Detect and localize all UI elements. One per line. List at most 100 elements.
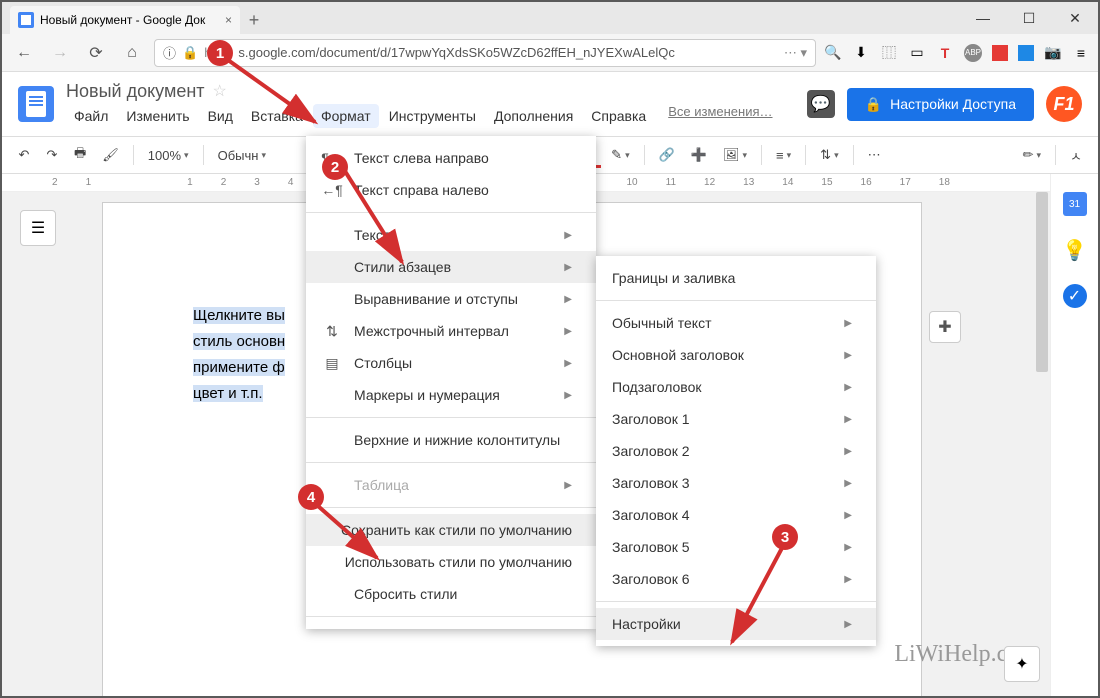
lock-icon: 🔒 (865, 96, 882, 113)
tasks-icon[interactable]: ✓ (1063, 284, 1087, 308)
menu-reset-styles[interactable]: Сбросить стили (306, 578, 596, 610)
submenu-h3[interactable]: Заголовок 3▶ (596, 467, 876, 499)
submenu-normal[interactable]: Обычный текст▶ (596, 307, 876, 339)
insert-image-button[interactable]: 🖼 (717, 142, 753, 168)
paragraph-styles-submenu: Границы и заливка Обычный текст▶ Основно… (596, 256, 876, 646)
browser-tab[interactable]: Новый документ - Google Док × (10, 6, 240, 34)
submenu-title[interactable]: Основной заголовок▶ (596, 339, 876, 371)
outline-button[interactable]: ☰ (20, 210, 56, 246)
forward-button[interactable]: → (46, 39, 74, 67)
submenu-settings[interactable]: Настройки▶ (596, 608, 876, 640)
library-icon[interactable]: ⿲ (880, 44, 898, 62)
submenu-h1[interactable]: Заголовок 1▶ (596, 403, 876, 435)
menu-file[interactable]: Файл (66, 104, 116, 128)
calendar-icon[interactable]: 31 (1063, 192, 1087, 216)
ext-blue-icon[interactable] (1018, 45, 1034, 61)
f1-avatar[interactable]: F1 (1046, 86, 1082, 122)
reload-button[interactable]: ⟳ (82, 39, 110, 67)
menu-align[interactable]: Выравнивание и отступы▶ (306, 283, 596, 315)
address-bar: ← → ⟳ ⌂ ⓘ 🔒 https s.google.com/document/… (2, 34, 1098, 72)
close-window-button[interactable]: ✕ (1052, 2, 1098, 34)
ext-t-icon[interactable]: T (936, 44, 954, 62)
docs-header: Новый документ ☆ Файл Изменить Вид Встав… (2, 72, 1098, 136)
back-button[interactable]: ← (10, 39, 38, 67)
menu-headers-footers[interactable]: Верхние и нижние колонтитулы (306, 424, 596, 456)
columns-icon: ▤ (322, 355, 342, 372)
chevron-right-icon: ▶ (564, 390, 572, 401)
menu-use-default-styles[interactable]: Использовать стили по умолчанию (306, 546, 596, 578)
chevron-right-icon: ▶ (844, 574, 852, 585)
url-input[interactable]: ⓘ 🔒 https s.google.com/document/d/17wpwY… (154, 39, 816, 67)
window-controls: — ☐ ✕ (960, 2, 1098, 34)
document-title[interactable]: Новый документ (66, 81, 205, 102)
zoom-select[interactable]: 100% (142, 142, 195, 168)
docs-logo[interactable] (18, 86, 54, 122)
submenu-borders[interactable]: Границы и заливка (596, 262, 876, 294)
submenu-h4[interactable]: Заголовок 4▶ (596, 499, 876, 531)
submenu-h5[interactable]: Заголовок 5▶ (596, 531, 876, 563)
annotation-badge-2: 2 (322, 154, 348, 180)
insert-comment-button[interactable]: ➕ (685, 142, 713, 168)
undo-button[interactable]: ↶ (12, 142, 36, 168)
annotation-badge-1: 1 (207, 40, 233, 66)
add-comment-button[interactable]: ✚ (929, 311, 961, 343)
scrollbar[interactable] (1034, 192, 1050, 680)
changes-link[interactable]: Все изменения… (668, 104, 772, 128)
menu-tools[interactable]: Инструменты (381, 104, 484, 128)
keep-icon[interactable]: 💡 (1063, 238, 1087, 262)
menu-format[interactable]: Формат (313, 104, 379, 128)
menu-line-spacing[interactable]: ⇅Межстрочный интервал▶ (306, 315, 596, 347)
new-tab-button[interactable]: + (240, 6, 268, 34)
menu-ltr[interactable]: ¶→Текст слева направо (306, 142, 596, 174)
menu-view[interactable]: Вид (200, 104, 241, 128)
ext-camera-icon[interactable]: 📷 (1044, 44, 1062, 62)
minimize-button[interactable]: — (960, 2, 1006, 34)
maximize-button[interactable]: ☐ (1006, 2, 1052, 34)
menu-insert[interactable]: Вставка (243, 104, 311, 128)
style-select[interactable]: Обычн (212, 142, 272, 168)
collapse-button[interactable]: ㅅ (1064, 142, 1088, 168)
align-button[interactable]: ≡ (770, 142, 797, 168)
home-button[interactable]: ⌂ (118, 39, 146, 67)
redo-button[interactable]: ↷ (40, 142, 64, 168)
menu-help[interactable]: Справка (583, 104, 654, 128)
annotation-badge-4: 4 (298, 484, 324, 510)
search-icon[interactable]: 🔍 (824, 44, 842, 62)
format-menu: ¶→Текст слева направо ←¶Текст справа нал… (306, 136, 596, 629)
download-icon[interactable]: ⬇ (852, 44, 870, 62)
print-button[interactable]: 🖶 (68, 142, 92, 168)
editing-mode-button[interactable]: ✏ (1017, 142, 1047, 168)
line-spacing-button[interactable]: ⇅ (814, 142, 844, 168)
extension-icons: 🔍 ⬇ ⿲ ▭ T ABP 📷 ≡ (824, 44, 1090, 62)
ext-red-icon[interactable] (992, 45, 1008, 61)
paint-format-button[interactable]: 🖌 (96, 142, 125, 168)
explore-button[interactable]: ✦ (1004, 646, 1040, 682)
chevron-right-icon: ▶ (844, 510, 852, 521)
insert-link-button[interactable]: 🔗 (653, 142, 681, 168)
menu-bullets[interactable]: Маркеры и нумерация▶ (306, 379, 596, 411)
dropdown-icon[interactable]: ⋯ ▾ (784, 45, 807, 61)
menu-save-default-styles[interactable]: Сохранить как стили по умолчанию (306, 514, 596, 546)
comments-button[interactable]: 💬 (807, 90, 835, 118)
share-button[interactable]: 🔒 Настройки Доступа (847, 88, 1034, 121)
ext-abp-icon[interactable]: ABP (964, 44, 982, 62)
share-label: Настройки Доступа (890, 96, 1016, 112)
menu-rtl[interactable]: ←¶Текст справа налево (306, 174, 596, 206)
chevron-right-icon: ▶ (844, 478, 852, 489)
more-button[interactable]: ⋯ (862, 142, 887, 168)
menu-edit[interactable]: Изменить (118, 104, 197, 128)
chevron-right-icon: ▶ (844, 619, 852, 630)
menu-text[interactable]: Текст▶ (306, 219, 596, 251)
submenu-h2[interactable]: Заголовок 2▶ (596, 435, 876, 467)
menu-columns[interactable]: ▤Столбцы▶ (306, 347, 596, 379)
reader-icon[interactable]: ▭ (908, 44, 926, 62)
submenu-h6[interactable]: Заголовок 6▶ (596, 563, 876, 595)
submenu-subtitle[interactable]: Подзаголовок▶ (596, 371, 876, 403)
menu-icon[interactable]: ≡ (1072, 44, 1090, 62)
close-tab-icon[interactable]: × (225, 13, 232, 27)
chevron-right-icon: ▶ (844, 414, 852, 425)
menu-addons[interactable]: Дополнения (486, 104, 581, 128)
star-icon[interactable]: ☆ (213, 81, 227, 101)
highlight-button[interactable]: ✎ (605, 142, 635, 168)
menu-paragraph-styles[interactable]: Стили абзацев▶ (306, 251, 596, 283)
